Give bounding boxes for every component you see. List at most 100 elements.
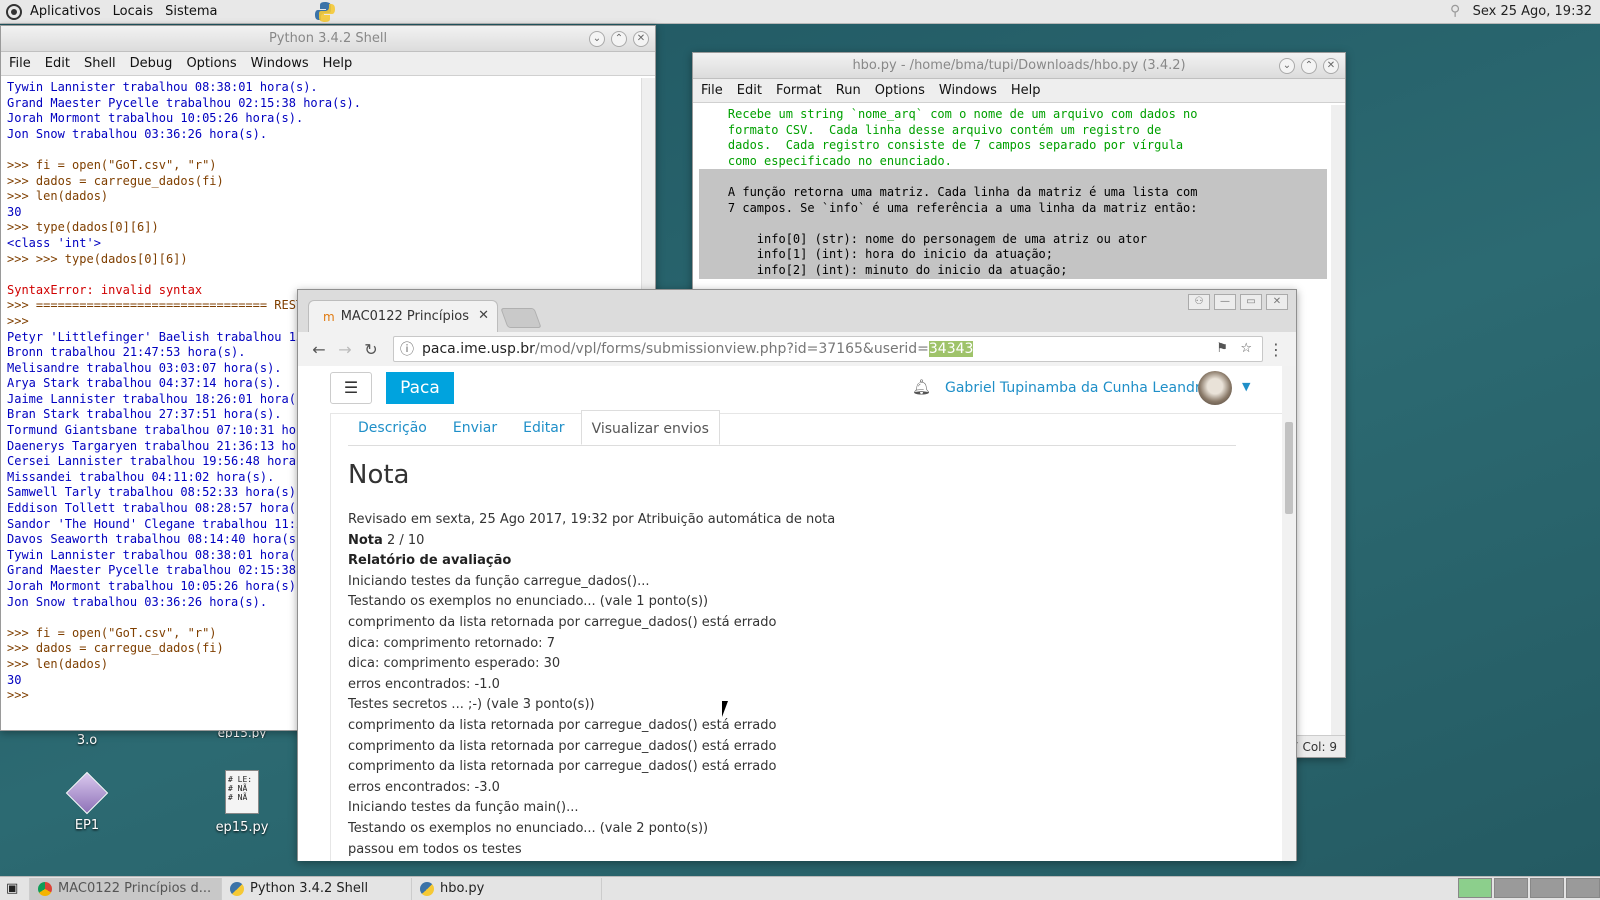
- shell-menu-shell[interactable]: Shell: [84, 56, 116, 71]
- shell-menu-edit[interactable]: Edit: [45, 56, 70, 71]
- minimize-icon[interactable]: ⌄: [589, 31, 605, 47]
- menu-sistema[interactable]: Sistema: [165, 4, 217, 19]
- user-name-link[interactable]: Gabriel Tupinamba da Cunha Leandro: [945, 380, 1209, 396]
- brand-button[interactable]: Paca: [386, 372, 454, 404]
- shell-line: >>> len(dados): [7, 189, 109, 204]
- tab-editar[interactable]: Editar: [513, 414, 574, 445]
- ep1-diamond-icon: [65, 771, 109, 815]
- editor-line: formato CSV. Cada linha desse arquivo co…: [699, 122, 1162, 137]
- python-icon: [420, 881, 434, 896]
- shell-title: Python 3.4.2 Shell: [268, 31, 388, 46]
- avatar[interactable]: [1198, 371, 1232, 405]
- editor-line: info[0] (str): nome do personagem de uma…: [699, 231, 1327, 248]
- workspace-2[interactable]: [1494, 878, 1528, 898]
- profile-icon[interactable]: ⚇: [1188, 294, 1210, 310]
- minimize-icon[interactable]: ⌄: [1279, 58, 1295, 74]
- new-tab-button[interactable]: [500, 308, 542, 328]
- user-status-icon[interactable]: ⚲: [1450, 3, 1466, 21]
- python-icon: [230, 881, 244, 896]
- workspace-1[interactable]: [1458, 878, 1492, 898]
- info-icon[interactable]: ⓘ: [400, 339, 414, 359]
- shell-menu-options[interactable]: Options: [186, 56, 236, 71]
- evaluation-report: Revisado em sexta, 25 Ago 2017, 19:32 po…: [348, 510, 835, 860]
- taskbar-item-shell-label: Python 3.4.2 Shell: [250, 881, 369, 896]
- bookmark-star-icon[interactable]: ☆: [1240, 341, 1252, 356]
- menu-aplicativos[interactable]: Aplicativos: [30, 4, 101, 19]
- minimize-icon[interactable]: —: [1214, 294, 1236, 310]
- desktop-icon-ep1-label: EP1: [74, 818, 100, 833]
- tab-close-icon[interactable]: ✕: [478, 308, 489, 323]
- grade-line: Nota 2 / 10: [348, 531, 835, 552]
- menu-kebab-icon[interactable]: ⋮: [1268, 340, 1284, 359]
- shell-titlebar[interactable]: Python 3.4.2 Shell ⌄ ⌃ ✕: [1, 26, 655, 52]
- report-line: erros encontrados: -3.0: [348, 779, 500, 795]
- editor-menu-run[interactable]: Run: [836, 83, 861, 98]
- workspace-4[interactable]: [1566, 878, 1600, 898]
- workspace-switcher[interactable]: [1458, 878, 1600, 898]
- maximize-icon[interactable]: ▭: [1240, 294, 1262, 310]
- desktop-icon-3o-label: 3.o: [76, 733, 98, 748]
- editor-menu-file[interactable]: File: [701, 83, 723, 98]
- editor-menu-format[interactable]: Format: [776, 83, 822, 98]
- python-launcher-icon[interactable]: [314, 1, 336, 23]
- desktop-icon-ep15[interactable]: # LE: # NÃ # NÃ ep15.py: [210, 770, 274, 835]
- editor-title: hbo.py - /home/bma/tupi/Downloads/hbo.py…: [852, 58, 1186, 73]
- report-line: Iniciando testes da função carregue_dado…: [348, 573, 650, 589]
- shell-menu-file[interactable]: File: [9, 56, 31, 71]
- page-scrollbar[interactable]: [1282, 366, 1296, 861]
- browser-window: m MAC0122 Princípios ✕ ⚇ — ▭ ✕ ← → ↻ ⓘ p…: [297, 289, 1297, 861]
- editor-line: Recebe um string `nome_arq` com o nome d…: [699, 107, 1198, 121]
- taskbar-item-shell[interactable]: Python 3.4.2 Shell: [222, 877, 412, 900]
- shell-menu-help[interactable]: Help: [323, 56, 353, 71]
- workspace-3[interactable]: [1530, 878, 1564, 898]
- editor-menu-windows[interactable]: Windows: [939, 83, 997, 98]
- close-icon[interactable]: ✕: [633, 31, 649, 47]
- shell-line: >>> type(dados[0][6]): [7, 220, 159, 235]
- shell-menu-debug[interactable]: Debug: [130, 56, 173, 71]
- editor-scrollbar[interactable]: [1331, 105, 1345, 735]
- report-line: erros encontrados: -1.0: [348, 676, 500, 692]
- report-line: passou em todos os testes: [348, 841, 522, 857]
- taskbar-item-editor[interactable]: hbo.py: [412, 877, 602, 900]
- address-bar[interactable]: ⓘ paca.ime.usp.br /mod/vpl/forms/submiss…: [393, 336, 1263, 362]
- page-scroll-thumb[interactable]: [1285, 422, 1293, 514]
- site-navbar: ☰ Paca 🔔︎ Gabriel Tupinamba da Cunha Lea…: [330, 366, 1285, 414]
- taskbar-item-browser[interactable]: MAC0122 Princípios d...: [30, 877, 222, 900]
- back-arrow-icon[interactable]: ←: [306, 340, 332, 359]
- editor-menu-options[interactable]: Options: [875, 83, 925, 98]
- editor-titlebar[interactable]: hbo.py - /home/bma/tupi/Downloads/hbo.py…: [693, 53, 1345, 79]
- top-menu: Aplicativos Locais Sistema: [6, 3, 217, 20]
- report-line: dica: comprimento retornado: 7: [348, 635, 555, 651]
- shell-menu-windows[interactable]: Windows: [251, 56, 309, 71]
- tab-visualizar-envios[interactable]: Visualizar envios: [580, 410, 720, 445]
- show-desktop-icon[interactable]: ▣: [0, 877, 30, 900]
- editor-menu-help[interactable]: Help: [1011, 83, 1041, 98]
- page-title: Nota: [348, 460, 410, 490]
- tab-enviar[interactable]: Enviar: [443, 414, 507, 445]
- taskbar-item-editor-label: hbo.py: [440, 881, 485, 896]
- forward-arrow-icon[interactable]: →: [332, 340, 358, 359]
- chevron-down-icon[interactable]: ▼: [1242, 380, 1250, 393]
- shell-menubar: File Edit Shell Debug Options Windows He…: [1, 52, 655, 76]
- close-icon[interactable]: ✕: [1266, 294, 1288, 310]
- url-path: /mod/vpl/forms/submissionview.php?id=371…: [534, 341, 929, 357]
- report-line: Testando os exemplos no enunciado... (va…: [348, 594, 709, 610]
- translate-icon[interactable]: ⚑: [1216, 341, 1228, 356]
- maximize-icon[interactable]: ⌃: [1301, 58, 1317, 74]
- browser-tab[interactable]: m MAC0122 Princípios ✕: [308, 300, 498, 332]
- clock[interactable]: Sex 25 Ago, 19:32: [1473, 4, 1592, 19]
- report-line: comprimento da lista retornada por carre…: [348, 717, 777, 733]
- maximize-icon[interactable]: ⌃: [611, 31, 627, 47]
- editor-menu-edit[interactable]: Edit: [737, 83, 762, 98]
- reload-icon[interactable]: ↻: [358, 340, 384, 359]
- taskbar-item-browser-label: MAC0122 Princípios d...: [58, 881, 212, 896]
- shell-line: 30: [7, 204, 22, 219]
- menu-locais[interactable]: Locais: [113, 4, 153, 19]
- notification-bell-icon[interactable]: 🔔︎: [912, 378, 931, 396]
- desktop-icon-ep1[interactable]: EP1: [58, 771, 116, 833]
- tab-descricao[interactable]: Descrição: [348, 414, 437, 445]
- close-icon[interactable]: ✕: [1323, 58, 1339, 74]
- editor-line: [699, 169, 1327, 185]
- hamburger-menu-button[interactable]: ☰: [330, 372, 372, 404]
- desktop-icon-3o[interactable]: 3.o: [64, 733, 110, 748]
